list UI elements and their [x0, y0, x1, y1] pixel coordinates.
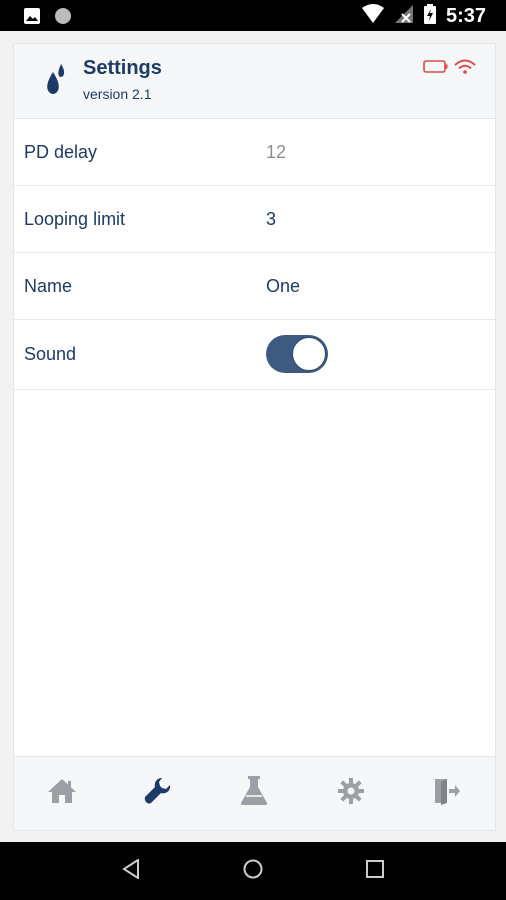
wrench-icon [143, 776, 173, 811]
wifi-icon [361, 4, 384, 29]
back-icon[interactable] [121, 857, 140, 884]
setting-row-name[interactable]: Name One [14, 253, 495, 320]
image-icon [24, 8, 40, 29]
recents-icon[interactable] [366, 859, 385, 883]
battery-empty-icon [423, 58, 449, 79]
nav-home[interactable] [32, 764, 92, 824]
water-drops-icon [44, 64, 66, 98]
nav-lab[interactable] [224, 764, 284, 824]
nav-exit[interactable] [417, 764, 477, 824]
setting-row-looping-limit[interactable]: Looping limit 3 [14, 186, 495, 253]
nav-settings-wrench[interactable] [128, 764, 188, 824]
bottom-nav [14, 756, 495, 830]
battery-icon [423, 4, 436, 29]
setting-label: Name [24, 275, 73, 296]
home-icon [47, 778, 77, 809]
looping-limit-value[interactable]: 3 [266, 209, 276, 230]
nav-gear[interactable] [321, 764, 381, 824]
exit-icon [433, 777, 461, 810]
settings-card: Settings version 2.1 PD delay 12 Looping… [13, 43, 496, 831]
flask-icon [240, 776, 268, 811]
page-title: Settings [83, 57, 162, 79]
toggle-knob [292, 337, 326, 371]
device-status [423, 58, 477, 81]
home-circle-icon[interactable] [243, 859, 263, 884]
name-value[interactable]: One [266, 276, 300, 297]
setting-row-sound: Sound [14, 320, 495, 390]
header: Settings version 2.1 [14, 44, 495, 119]
setting-label: Sound [24, 344, 77, 364]
android-nav-bar [0, 842, 506, 900]
setting-label: Looping limit [24, 208, 126, 229]
setting-label: PD delay [24, 141, 98, 162]
status-bar: 5:37 [0, 0, 506, 31]
pd-delay-value[interactable]: 12 [266, 142, 286, 163]
setting-row-pd-delay[interactable]: PD delay 12 [14, 119, 495, 186]
circle-icon [54, 7, 72, 30]
version-label: version 2.1 [83, 86, 152, 102]
wifi-signal-icon [453, 58, 477, 81]
no-signal-icon [394, 4, 414, 29]
status-time: 5:37 [445, 5, 486, 27]
sound-toggle[interactable] [266, 335, 328, 373]
gear-icon [337, 778, 364, 809]
